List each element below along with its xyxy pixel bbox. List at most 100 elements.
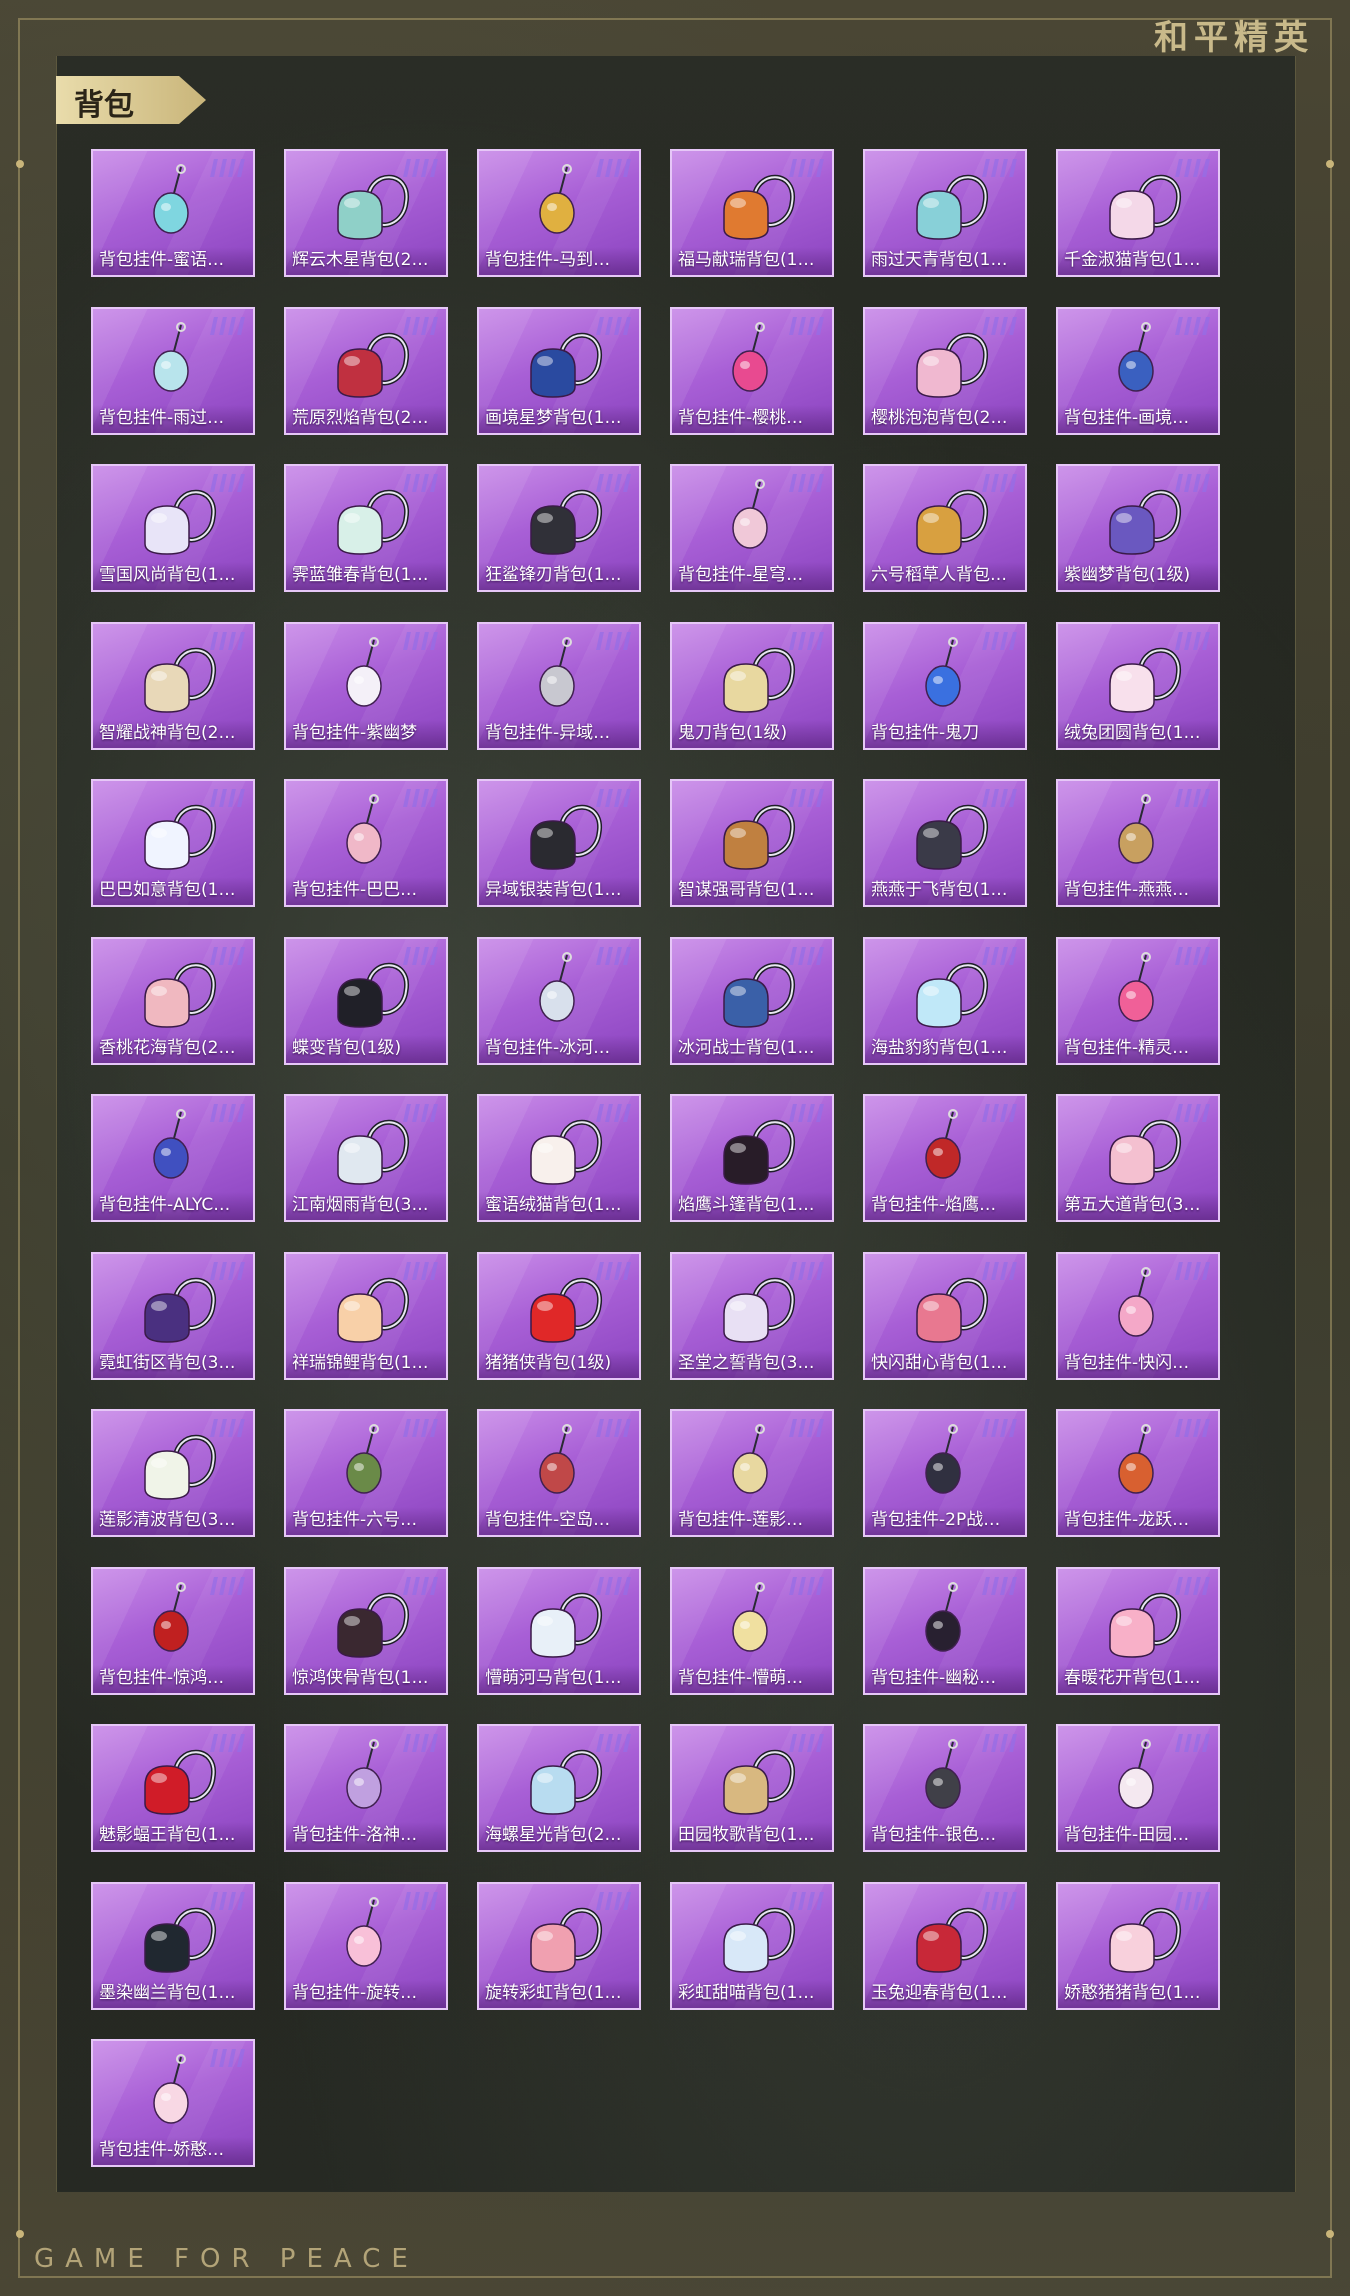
inventory-item-card[interactable]: 背包挂件-马到…: [477, 149, 641, 277]
inventory-item-card[interactable]: 墨染幽兰背包(1…: [91, 1882, 255, 2010]
inventory-item-card[interactable]: 千金淑猫背包(1…: [1056, 149, 1220, 277]
inventory-item-card[interactable]: 鬼刀背包(1级): [670, 622, 834, 750]
inventory-item-card[interactable]: 背包挂件-蜜语…: [91, 149, 255, 277]
backpack-icon: [723, 1749, 795, 1815]
inventory-item-card[interactable]: 福马献瑞背包(1…: [670, 149, 834, 277]
inventory-item-card[interactable]: 背包挂件-银色…: [863, 1724, 1027, 1852]
pig-charm-icon: [153, 2054, 189, 2124]
inventory-item-card[interactable]: 背包挂件-画境…: [1056, 307, 1220, 435]
inventory-item-card[interactable]: 背包挂件-空岛…: [477, 1409, 641, 1537]
inventory-item-card[interactable]: 蝶变背包(1级): [284, 937, 448, 1065]
inventory-item-card[interactable]: 画境星梦背包(1…: [477, 307, 641, 435]
inventory-item-card[interactable]: 莲影清波背包(3…: [91, 1409, 255, 1537]
inventory-item-card[interactable]: 背包挂件-巴巴…: [284, 779, 448, 907]
item-label: 背包挂件-精灵…: [1064, 1038, 1190, 1058]
item-label: 绒兔团圆背包(1…: [1064, 723, 1201, 743]
inventory-item-card[interactable]: 雨过天青背包(1…: [863, 149, 1027, 277]
inventory-item-card[interactable]: 旋转彩虹背包(1…: [477, 1882, 641, 2010]
inventory-item-card[interactable]: 背包挂件-娇憨…: [91, 2039, 255, 2167]
backpack-icon: [530, 1749, 602, 1815]
inventory-item-card[interactable]: 快闪甜心背包(1…: [863, 1252, 1027, 1380]
inventory-item-card[interactable]: 娇憨猪猪背包(1…: [1056, 1882, 1220, 2010]
inventory-item-card[interactable]: 懵萌河马背包(1…: [477, 1567, 641, 1695]
inventory-item-card[interactable]: 背包挂件-幽秘…: [863, 1567, 1027, 1695]
inventory-item-card[interactable]: 霁蓝雏春背包(1…: [284, 464, 448, 592]
inventory-item-card[interactable]: 霓虹街区背包(3…: [91, 1252, 255, 1380]
inventory-item-card[interactable]: 蜜语绒猫背包(1…: [477, 1094, 641, 1222]
item-label: 智耀战神背包(2…: [99, 723, 236, 743]
inventory-item-card[interactable]: 智耀战神背包(2…: [91, 622, 255, 750]
sword-charm-icon: [1118, 322, 1154, 392]
inventory-item-card[interactable]: 冰河战士背包(1…: [670, 937, 834, 1065]
item-label: 江南烟雨背包(3…: [292, 1195, 429, 1215]
inventory-item-card[interactable]: 六号稻草人背包…: [863, 464, 1027, 592]
inventory-item-card[interactable]: 背包挂件-燕燕…: [1056, 779, 1220, 907]
inventory-item-card[interactable]: 背包挂件-紫幽梦: [284, 622, 448, 750]
inventory-item-card[interactable]: 祥瑞锦鲤背包(1…: [284, 1252, 448, 1380]
inventory-item-card[interactable]: 春暖花开背包(1…: [1056, 1567, 1220, 1695]
backpack-icon: [337, 962, 409, 1028]
backpack-icon: [144, 489, 216, 555]
backpack-icon: [337, 1592, 409, 1658]
inventory-item-card[interactable]: 燕燕于飞背包(1…: [863, 779, 1027, 907]
item-label: 背包挂件-星穹…: [678, 565, 804, 585]
inventory-item-card[interactable]: 背包挂件-快闪…: [1056, 1252, 1220, 1380]
inventory-item-card[interactable]: 圣堂之誓背包(3…: [670, 1252, 834, 1380]
item-label: 背包挂件-旋转…: [292, 1983, 418, 2003]
item-label: 背包挂件-惊鸿…: [99, 1668, 225, 1688]
inventory-item-card[interactable]: 玉兔迎春背包(1…: [863, 1882, 1027, 2010]
inventory-item-card[interactable]: 背包挂件-洛神…: [284, 1724, 448, 1852]
inventory-item-card[interactable]: 背包挂件-龙跃…: [1056, 1409, 1220, 1537]
inventory-item-card[interactable]: 荒原烈焰背包(2…: [284, 307, 448, 435]
backpack-icon: [1109, 647, 1181, 713]
inventory-item-card[interactable]: 智谋强哥背包(1…: [670, 779, 834, 907]
item-label: 背包挂件-懵萌…: [678, 1668, 804, 1688]
backpack-icon: [337, 1277, 409, 1343]
inventory-item-card[interactable]: 雪国风尚背包(1…: [91, 464, 255, 592]
inventory-item-card[interactable]: 背包挂件-旋转…: [284, 1882, 448, 2010]
inventory-item-card[interactable]: 巴巴如意背包(1…: [91, 779, 255, 907]
inventory-item-card[interactable]: 背包挂件-异域…: [477, 622, 641, 750]
item-label: 背包挂件-异域…: [485, 723, 611, 743]
inventory-item-card[interactable]: 狂鲨锋刃背包(1…: [477, 464, 641, 592]
inventory-item-card[interactable]: 背包挂件-田园…: [1056, 1724, 1220, 1852]
inventory-item-card[interactable]: 背包挂件-焰鹰…: [863, 1094, 1027, 1222]
inventory-item-card[interactable]: 背包挂件-惊鸿…: [91, 1567, 255, 1695]
item-label: 焰鹰斗篷背包(1…: [678, 1195, 815, 1215]
inventory-item-card[interactable]: 背包挂件-ALYC…: [91, 1094, 255, 1222]
inventory-item-card[interactable]: 彩虹甜喵背包(1…: [670, 1882, 834, 2010]
inventory-item-card[interactable]: 背包挂件-2P战…: [863, 1409, 1027, 1537]
item-label: 背包挂件-六号…: [292, 1510, 418, 1530]
inventory-item-card[interactable]: 海螺星光背包(2…: [477, 1724, 641, 1852]
inventory-item-card[interactable]: 田园牧歌背包(1…: [670, 1724, 834, 1852]
backpack-icon: [723, 1119, 795, 1185]
inventory-item-card[interactable]: 焰鹰斗篷背包(1…: [670, 1094, 834, 1222]
inventory-item-card[interactable]: 魅影蝠王背包(1…: [91, 1724, 255, 1852]
inventory-item-card[interactable]: 背包挂件-精灵…: [1056, 937, 1220, 1065]
inventory-item-card[interactable]: 海盐豹豹背包(1…: [863, 937, 1027, 1065]
inventory-item-card[interactable]: 绒兔团圆背包(1…: [1056, 622, 1220, 750]
inventory-item-card[interactable]: 背包挂件-六号…: [284, 1409, 448, 1537]
inventory-item-card[interactable]: 背包挂件-懵萌…: [670, 1567, 834, 1695]
inventory-item-card[interactable]: 香桃花海背包(2…: [91, 937, 255, 1065]
inventory-item-card[interactable]: 背包挂件-雨过…: [91, 307, 255, 435]
inventory-item-card[interactable]: 第五大道背包(3…: [1056, 1094, 1220, 1222]
inventory-item-card[interactable]: 惊鸿侠骨背包(1…: [284, 1567, 448, 1695]
inventory-item-card[interactable]: 背包挂件-莲影…: [670, 1409, 834, 1537]
item-grid: 背包挂件-蜜语… 辉云木星背包(2… 背包挂件-马到… 福马献瑞背包(1… 雨过天青背包…: [91, 149, 1221, 2169]
inventory-item-card[interactable]: 猪猪侠背包(1级): [477, 1252, 641, 1380]
inventory-item-card[interactable]: 背包挂件-鬼刀: [863, 622, 1027, 750]
item-label: 异域银装背包(1…: [485, 880, 622, 900]
backpack-icon: [723, 174, 795, 240]
inventory-item-card[interactable]: 江南烟雨背包(3…: [284, 1094, 448, 1222]
inventory-item-card[interactable]: 紫幽梦背包(1级): [1056, 464, 1220, 592]
inventory-item-card[interactable]: 背包挂件-樱桃…: [670, 307, 834, 435]
inventory-item-card[interactable]: 背包挂件-星穹…: [670, 464, 834, 592]
item-label: 莲影清波背包(3…: [99, 1510, 236, 1530]
backpack-icon: [530, 332, 602, 398]
inventory-item-card[interactable]: 辉云木星背包(2…: [284, 149, 448, 277]
backpack-icon: [144, 1277, 216, 1343]
inventory-item-card[interactable]: 异域银装背包(1…: [477, 779, 641, 907]
inventory-item-card[interactable]: 背包挂件-冰河…: [477, 937, 641, 1065]
inventory-item-card[interactable]: 樱桃泡泡背包(2…: [863, 307, 1027, 435]
